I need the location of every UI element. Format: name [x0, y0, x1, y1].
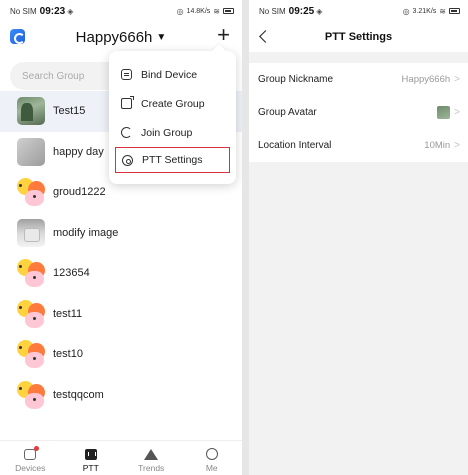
setting-value: 10Min [424, 140, 451, 151]
wifi-icon: ◈ [67, 6, 74, 16]
account-switcher[interactable]: Happy666h ▼ [76, 29, 167, 46]
top-bar: PTT Settings [249, 22, 468, 52]
group-name: modify image [53, 226, 119, 239]
tab-label: Me [205, 463, 218, 473]
tab-me[interactable]: Me [182, 441, 243, 475]
network-speed: 14.8K/s [186, 7, 211, 15]
setting-location-interval[interactable]: Location Interval 10Min > [249, 129, 468, 162]
tab-label: Trends [138, 463, 165, 473]
tab-devices[interactable]: Devices [0, 441, 61, 475]
account-name: Happy666h [75, 28, 153, 46]
signal-icon: ≋ [439, 6, 446, 16]
add-dropdown-menu: Bind Device Create Group Join Group PTT … [109, 51, 236, 184]
group-row-modify-image[interactable]: modify image [0, 213, 242, 254]
me-icon [205, 448, 218, 460]
menu-item-label: Bind Device [141, 68, 198, 81]
menu-item-join-group[interactable]: Join Group [109, 118, 236, 147]
clock: 09:23 [39, 5, 66, 17]
menu-item-label: Create Group [141, 97, 205, 110]
ptt-settings-icon [122, 154, 133, 166]
create-group-icon [121, 96, 134, 109]
tab-label: Devices [15, 463, 46, 473]
menu-item-bind-device[interactable]: Bind Device [109, 60, 236, 89]
tab-label: PTT [82, 463, 99, 473]
group-avatar-photo [17, 137, 45, 166]
group-name: 123654 [53, 267, 90, 280]
carrier-label: No SIM [10, 6, 37, 16]
group-avatar-emoji-icon [17, 380, 45, 409]
group-name: happy day [53, 145, 104, 158]
ptt-icon [84, 449, 97, 460]
setting-group-avatar[interactable]: Group Avatar > [249, 96, 468, 129]
devices-icon [24, 446, 40, 460]
carrier-label: No SIM [259, 6, 286, 16]
status-bar: No SIM 09:23 ◈ ◎ 14.8K/s ≋ [0, 0, 242, 22]
group-row-testqqcom[interactable]: testqqcom [0, 375, 242, 416]
setting-group-nickname[interactable]: Group Nickname Happy666h > [249, 63, 468, 96]
signal-icon: ≋ [213, 6, 220, 16]
setting-value: Happy666h [401, 74, 451, 85]
chevron-right-icon: > [454, 74, 460, 85]
menu-item-label: PTT Settings [142, 154, 203, 166]
chevron-right-icon: > [454, 140, 460, 151]
tab-trends[interactable]: Trends [121, 441, 182, 475]
battery-icon [449, 8, 460, 14]
groups-screen: No SIM 09:23 ◈ ◎ 14.8K/s ≋ Happy666h ▼ +… [0, 0, 242, 475]
alarm-icon: ◎ [176, 6, 184, 16]
setting-label: Group Nickname [258, 74, 334, 85]
status-bar: No SIM 09:25 ◈ ◎ 3.21K/s ≋ [249, 0, 468, 22]
setting-label: Group Avatar [258, 107, 317, 118]
bind-device-icon [121, 69, 132, 80]
group-row-test11[interactable]: test11 [0, 294, 242, 335]
bottom-nav: Devices PTT Trends Me [0, 440, 242, 475]
app-logo-icon [10, 29, 25, 44]
group-name: testqqcom [53, 388, 104, 401]
chevron-down-icon: ▼ [156, 31, 167, 43]
ptt-settings-screen: No SIM 09:25 ◈ ◎ 3.21K/s ≋ PTT Settings … [249, 0, 468, 475]
group-name: test10 [53, 348, 83, 361]
group-avatar-emoji-icon [17, 178, 45, 207]
group-avatar-emoji-icon [17, 299, 45, 328]
group-name: groud1222 [53, 186, 106, 199]
menu-item-label: Join Group [141, 126, 193, 139]
clock: 09:25 [288, 5, 315, 17]
group-avatar-emoji-icon [17, 340, 45, 369]
group-row-123654[interactable]: 123654 [0, 253, 242, 294]
back-arrow-icon[interactable] [259, 30, 272, 43]
group-avatar-photo [17, 218, 45, 247]
wifi-icon: ◈ [316, 6, 323, 16]
setting-label: Location Interval [258, 140, 332, 151]
menu-item-ptt-settings[interactable]: PTT Settings [115, 147, 230, 173]
tab-ptt[interactable]: PTT [61, 441, 122, 475]
top-bar: Happy666h ▼ + [0, 22, 242, 52]
page-title: PTT Settings [324, 31, 393, 43]
battery-icon [223, 8, 234, 14]
join-group-icon [121, 127, 132, 138]
menu-item-create-group[interactable]: Create Group [109, 89, 236, 118]
group-name: test11 [53, 307, 83, 320]
group-name: Test15 [53, 105, 86, 118]
settings-list: Group Nickname Happy666h > Group Avatar … [249, 63, 468, 162]
group-avatar-thumbnail [437, 106, 451, 119]
alarm-icon: ◎ [402, 6, 410, 16]
trends-icon [144, 449, 159, 460]
group-avatar-photo [17, 97, 45, 126]
search-placeholder: Search Group [22, 70, 85, 82]
chevron-right-icon: > [454, 107, 460, 118]
group-avatar-emoji-icon [17, 259, 45, 288]
network-speed: 3.21K/s [412, 7, 437, 15]
group-row-test10[interactable]: test10 [0, 334, 242, 375]
add-menu-button[interactable]: + [217, 24, 230, 46]
